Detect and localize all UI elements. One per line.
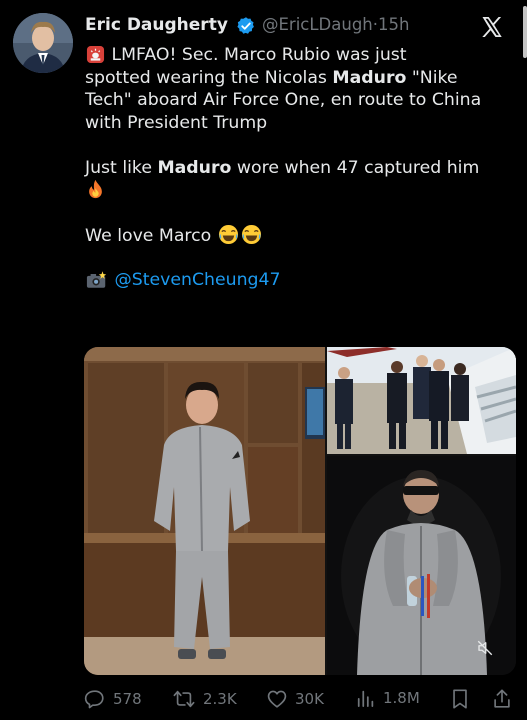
tweet-header: Eric Daugherty @EricLDaugh·15h	[85, 15, 517, 39]
tweet-line-5-part-b: wore when 47 captured him	[231, 157, 480, 178]
avatar[interactable]	[13, 13, 73, 73]
avatar-image	[13, 13, 73, 73]
scrollbar[interactable]	[523, 6, 527, 58]
action-bar: 578 2.3K 30K 1.8M	[84, 688, 514, 712]
tweet-line-fire	[85, 179, 515, 202]
x-logo-icon[interactable]	[480, 15, 504, 39]
laughing-emoji-icon	[241, 224, 262, 252]
verified-badge-icon	[236, 16, 256, 36]
tweet-line-6-text: We love Marco	[85, 226, 217, 246]
share-button[interactable]	[492, 688, 512, 710]
tweet-line-2-part-a: spotted wearing the Nicolas	[85, 67, 333, 88]
fire-emoji-icon	[86, 179, 105, 206]
tweet-text: LMFAO! Sec. Marco Rubio was just spotted…	[85, 44, 515, 292]
photo-air-force-one-tarmac[interactable]	[327, 347, 516, 454]
credit-mention-link[interactable]: @StevenCheung47	[115, 270, 281, 290]
tweet-line-5: Just like Maduro wore when 47 captured h…	[85, 157, 515, 180]
media-grid	[84, 347, 516, 675]
author-handle-and-time: @EricLDaugh·15h	[262, 15, 409, 34]
repost-button[interactable]: 2.3K	[172, 688, 237, 710]
reply-icon	[84, 690, 104, 709]
share-icon	[494, 689, 510, 708]
bookmark-button[interactable]	[450, 688, 470, 710]
post-time[interactable]: 15h	[378, 15, 409, 34]
author-handle[interactable]: @EricLDaugh	[262, 15, 373, 34]
photo-credit: @StevenCheung47	[85, 269, 515, 292]
reply-button[interactable]: 578	[84, 688, 142, 710]
tweet-line-1: LMFAO! Sec. Marco Rubio was just	[85, 44, 515, 67]
views-button[interactable]: 1.8M	[356, 688, 420, 708]
tweet-line-2-part-b: "Nike	[406, 67, 458, 88]
tweet-line-2: spotted wearing the Nicolas Maduro "Nike	[85, 67, 515, 90]
repost-icon	[173, 690, 195, 708]
laughing-emoji-icon	[218, 224, 239, 252]
tweet-line-5-bold: Maduro	[157, 157, 232, 178]
like-button[interactable]: 30K	[266, 688, 324, 710]
tweet-line-5-part-a: Just like	[85, 157, 158, 178]
bookmark-icon	[453, 689, 467, 709]
tweet-line-1-text: LMFAO! Sec. Marco Rubio was just	[106, 45, 407, 65]
photo-rubio-cabin[interactable]	[84, 347, 325, 675]
like-icon	[267, 690, 287, 708]
tweet-line-4: with President Trump	[85, 112, 268, 133]
repost-count: 2.3K	[203, 690, 237, 708]
mute-icon[interactable]	[476, 639, 494, 657]
views-icon	[357, 690, 374, 708]
tweet-line-2-bold: Maduro	[332, 67, 407, 88]
author-name[interactable]: Eric Daugherty	[85, 15, 228, 35]
camera-flash-emoji-icon	[86, 270, 108, 296]
like-count: 30K	[295, 690, 324, 708]
tweet-line-3: Tech" aboard Air Force One, en route to …	[85, 90, 482, 110]
tweet-line-6: We love Marco	[85, 224, 515, 247]
reply-count: 578	[113, 690, 142, 708]
view-count: 1.8M	[383, 689, 420, 707]
